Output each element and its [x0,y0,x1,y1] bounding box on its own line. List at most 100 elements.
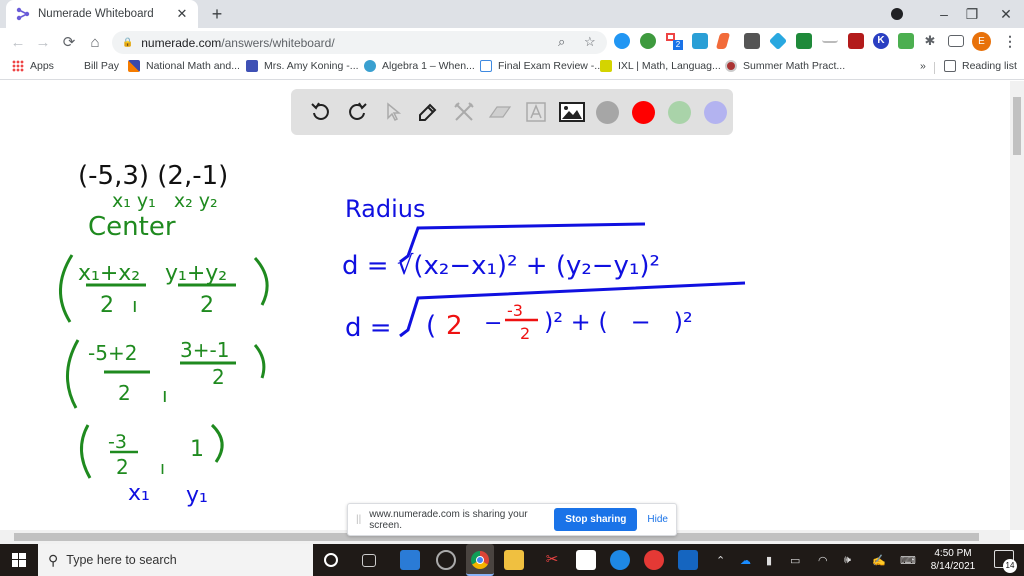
eraser-tool-button[interactable] [482,94,518,130]
cast-icon[interactable] [948,35,964,47]
tab-numerade-whiteboard[interactable]: Numerade Whiteboard ✕ [6,0,198,28]
extension-cloud-icon[interactable] [692,33,708,49]
restore-button[interactable]: ❐ [952,0,992,28]
taskbar-edge-icon[interactable] [610,550,630,570]
bookmark-bill-pay[interactable]: Bill Pay [84,60,119,72]
text-tool-button[interactable] [518,94,554,130]
tray-chevron-icon[interactable]: ⌃ [716,544,725,576]
bookmarks-divider [934,62,935,74]
reading-list-button[interactable]: Reading list [944,60,1017,72]
redo-button[interactable] [339,94,375,130]
adobe-pdf-icon[interactable] [848,33,864,49]
bookmark-apps[interactable]: Apps [12,60,54,72]
share-message: www.numerade.com is sharing your screen. [369,508,528,531]
extension-scale-icon[interactable] [822,33,838,43]
windows-start-icon[interactable] [12,553,26,567]
vertical-scrollbar[interactable] [1010,81,1024,530]
microphone-icon[interactable]: ▮ [766,544,772,576]
bookmark-final-exam-review[interactable]: Final Exam Review -... [480,60,603,72]
close-window-button[interactable]: ✕ [988,0,1024,28]
media-control-icon[interactable] [886,0,908,28]
taskbar-app-record-icon[interactable] [436,550,456,570]
select-tool-button[interactable] [375,94,411,130]
lock-icon: 🔒 [122,37,134,47]
profile-avatar[interactable]: E [972,32,991,51]
onedrive-icon[interactable]: ☁ [740,544,751,576]
back-button[interactable]: ← [5,29,31,55]
extension-badge: 2 [673,40,683,50]
url-host: numerade.com [141,35,222,50]
color-green[interactable] [661,94,697,130]
address-bar[interactable]: 🔒 numerade.com/answers/whiteboard/ ⌕ ☆ [112,31,607,54]
search-icon: ⚲ [48,551,59,568]
whiteboard-canvas[interactable] [0,81,1010,530]
extension-share-icon[interactable]: 2 [666,33,683,50]
bookmark-summer-math[interactable]: Summer Math Pract... [725,60,845,72]
image-icon [558,102,585,122]
notification-center-icon[interactable]: 14 [994,550,1017,573]
whiteboard-toolbar [291,89,733,135]
taskbar-app-s-icon[interactable] [644,550,664,570]
extension-compass-icon[interactable] [614,33,630,49]
taskbar-store-icon[interactable] [576,550,596,570]
extension-diamond-icon[interactable] [768,31,788,51]
extensions-puzzle-icon[interactable]: ✱ [922,33,938,49]
taskbar-app-whiteboard-icon[interactable] [400,550,420,570]
taskbar-search-placeholder: Type here to search [66,553,177,567]
reload-button[interactable]: ⟳ [56,29,82,55]
tab-close-icon[interactable]: ✕ [174,6,190,22]
stop-sharing-button[interactable]: Stop sharing [554,508,638,531]
extension-reader-icon[interactable] [744,33,760,49]
drag-handle-icon[interactable]: || [356,514,361,525]
taskbar-chrome-icon[interactable] [466,544,494,576]
undo-button[interactable] [303,94,339,130]
tools-button[interactable] [446,94,482,130]
taskbar-search[interactable]: ⚲ Type here to search [38,544,313,576]
ixl-icon [600,60,612,72]
bookmarks-bar: Apps Bill Pay National Math and... Mrs. … [0,56,1024,80]
taskbar-clock[interactable]: 4:50 PM 8/14/2021 [918,547,988,573]
forward-button[interactable]: → [30,29,56,55]
bookmark-algebra-1[interactable]: Algebra 1 – When... [364,60,475,72]
wifi-icon[interactable]: ◠ [818,544,828,576]
bookmark-national-math[interactable]: National Math and... [128,60,240,72]
hide-share-bar-button[interactable]: Hide [647,514,668,525]
bookmark-amy-koning[interactable]: Mrs. Amy Koning -... [246,60,359,72]
color-lavender[interactable] [697,94,733,130]
home-button[interactable]: ⌂ [82,29,108,55]
apps-grid-icon [12,60,24,72]
taskbar-snipping-tool-icon[interactable]: ✂ [542,550,562,570]
tools-icon [454,102,474,121]
bookmarks-overflow-button[interactable]: » [920,60,926,72]
calendar-icon [246,60,258,72]
color-gray[interactable] [590,94,626,130]
pen-tool-button[interactable] [410,94,446,130]
bookmark-star-icon[interactable]: ☆ [584,34,596,50]
new-tab-button[interactable]: + [206,3,228,25]
taskbar-outlook-icon[interactable] [678,550,698,570]
volume-icon[interactable]: 🕪 [844,544,851,576]
bookmark-ixl[interactable]: IXL | Math, Languag... [600,60,721,72]
keyboard-icon[interactable]: ⌨ [900,544,916,576]
numerade-logo-icon [16,7,30,21]
clock-time: 4:50 PM [934,548,972,559]
windows-taskbar: ⚲ Type here to search ✂ ⌃ ☁ ▮ ▭ ◠ 🕪 ✍ ⌨ … [0,544,1024,576]
pen-workspace-icon[interactable]: ✍ [872,544,886,576]
task-view-icon[interactable] [362,554,376,567]
battery-icon[interactable]: ▭ [790,544,800,576]
eraser-icon [488,106,512,118]
reading-list-icon [944,60,956,72]
extension-bookmark-icon[interactable] [715,33,731,49]
extension-k-icon[interactable]: K [873,33,889,49]
zoom-icon[interactable]: ⌕ [558,34,565,50]
image-tool-button[interactable] [554,94,590,130]
taskbar-file-explorer-icon[interactable] [504,550,524,570]
browser-menu-icon[interactable]: ⋮ [1002,33,1018,49]
cortana-icon[interactable] [324,553,338,567]
vertical-scroll-thumb[interactable] [1013,97,1021,155]
extension-plus-icon[interactable] [640,33,656,49]
color-red[interactable] [625,94,661,130]
extension-face-icon[interactable] [898,33,914,49]
browser-toolbar: ← → ⟳ ⌂ 🔒 numerade.com/answers/whiteboar… [0,28,1024,56]
extension-classroom-icon[interactable] [796,33,812,49]
